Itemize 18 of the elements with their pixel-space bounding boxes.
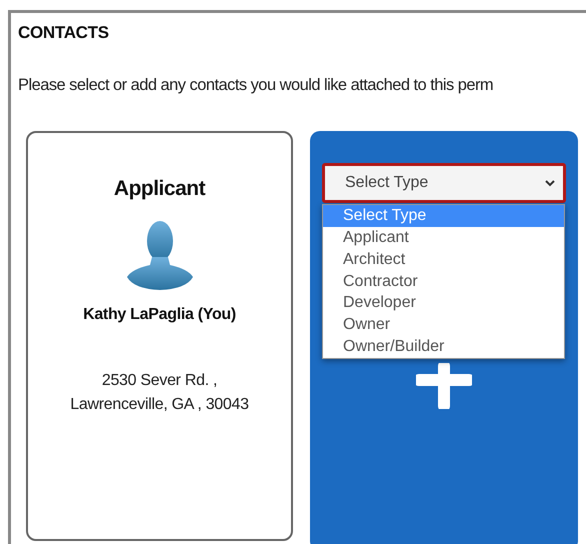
contact-card[interactable]: Applicant Kathy LaPaglia (You) 2530 Sever Rd. , Lawrenceville, GA , 30043 — [26, 131, 293, 542]
dropdown-option[interactable]: Developer — [323, 292, 564, 314]
dropdown-option[interactable]: Applicant — [323, 226, 564, 249]
contact-role: Applicant — [112, 176, 206, 202]
dropdown-option[interactable]: Architect — [323, 248, 564, 271]
add-contact-card[interactable]: Select Type Select Type Applicant Architect Contractor Developer Owner Owner/Builder — [310, 131, 578, 544]
dropdown-option[interactable]: Owner/Builder — [323, 336, 564, 358]
plus-icon[interactable] — [416, 363, 472, 410]
instructions-text: Please select or add any contacts you would like attached to this perm — [18, 75, 494, 96]
contact-type-select[interactable]: Select Type — [322, 163, 566, 204]
dropdown-option[interactable]: Owner — [323, 314, 564, 336]
chevron-down-icon — [545, 180, 555, 187]
person-silhouette-icon — [126, 218, 194, 291]
dropdown-option[interactable]: Contractor — [323, 270, 564, 292]
contact-name: Kathy LaPaglia (You) — [82, 304, 237, 325]
address-line: Lawrenceville, GA , 30043 — [69, 394, 250, 415]
address-line: 2530 Sever Rd. , — [100, 370, 218, 391]
section-title: CONTACTS — [18, 23, 110, 44]
